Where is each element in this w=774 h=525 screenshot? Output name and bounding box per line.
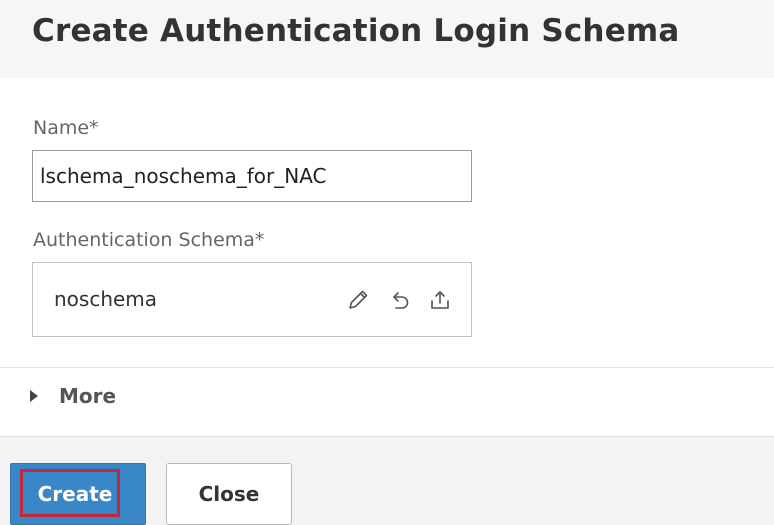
undo-icon[interactable] (387, 287, 413, 313)
more-label: More (59, 384, 117, 408)
dialog-footer: Create Close (0, 436, 774, 525)
authentication-schema-label: Authentication Schema* (33, 229, 265, 251)
close-button[interactable]: Close (166, 463, 292, 525)
section-divider (0, 367, 774, 368)
create-button[interactable]: Create (10, 463, 146, 525)
caret-right-icon (30, 390, 38, 402)
upload-icon[interactable] (427, 287, 453, 313)
create-button-label: Create (37, 482, 113, 506)
pencil-icon[interactable] (345, 287, 371, 313)
more-toggle[interactable]: More (30, 381, 116, 411)
name-label: Name* (33, 117, 99, 139)
authentication-schema-value: noschema (54, 287, 158, 311)
authentication-schema-field: noschema (32, 262, 472, 337)
page-title: Create Authentication Login Schema (32, 13, 680, 49)
name-input[interactable] (32, 150, 472, 202)
dialog-header: Create Authentication Login Schema (0, 0, 774, 78)
